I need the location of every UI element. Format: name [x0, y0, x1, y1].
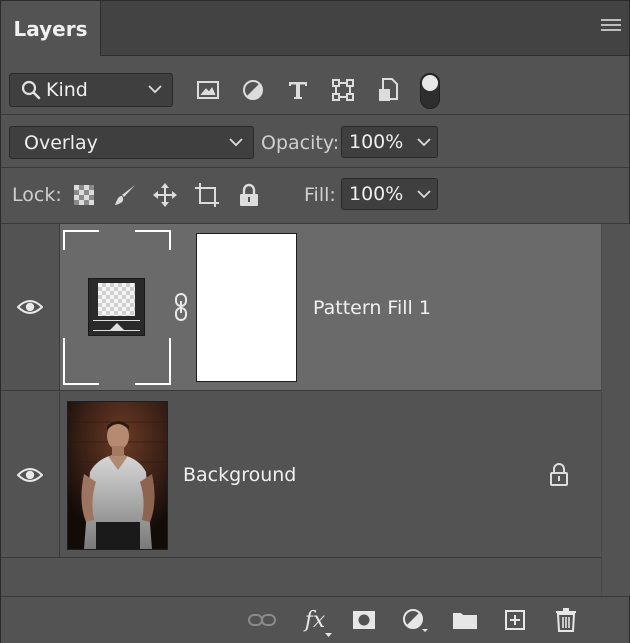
layers-scroll-track[interactable] [601, 224, 630, 596]
eye-icon [17, 300, 43, 314]
opacity-input[interactable]: 100% [341, 126, 411, 158]
blend-mode-dropdown[interactable]: Overlay [9, 126, 254, 159]
fill-label: Fill: [304, 184, 336, 206]
layer-mask-thumbnail[interactable] [196, 233, 297, 382]
shape-filter-icon[interactable] [329, 76, 357, 104]
pattern-fill-icon [88, 278, 145, 336]
opacity-label: Opacity: [261, 132, 340, 154]
chevron-down-icon [416, 189, 431, 198]
type-filter-icon[interactable] [284, 76, 312, 104]
fill-dropdown-button[interactable] [410, 178, 438, 210]
adjustment-filter-icon[interactable] [239, 76, 267, 104]
fill-thumbnail[interactable] [63, 230, 171, 385]
trash-icon[interactable] [551, 605, 581, 635]
new-layer-icon[interactable] [500, 605, 530, 635]
background-thumbnail[interactable] [67, 401, 168, 550]
layer-row[interactable]: Background [1, 392, 601, 558]
panel-tab-bar: Layers [1, 1, 629, 56]
lock-icon[interactable] [549, 462, 569, 486]
lock-label: Lock: [12, 184, 62, 206]
visibility-toggle[interactable] [1, 392, 60, 557]
adjustment-layer-icon[interactable] [400, 605, 430, 635]
layer-name[interactable]: Pattern Fill 1 [313, 297, 431, 319]
smart-object-filter-icon[interactable] [374, 76, 402, 104]
link-layers-icon[interactable] [247, 605, 277, 635]
image-filter-icon[interactable] [194, 76, 222, 104]
fx-icon[interactable]: fx [300, 605, 332, 637]
lock-transparency-icon[interactable] [70, 181, 98, 209]
filter-kind-dropdown[interactable]: Kind [9, 73, 173, 107]
filter-toggle-icon[interactable] [420, 73, 440, 109]
visibility-toggle[interactable] [1, 224, 60, 390]
opacity-value: 100% [349, 131, 404, 153]
filter-kind-label: Kind [46, 79, 88, 101]
eye-icon [17, 467, 43, 482]
fill-input[interactable]: 100% [341, 178, 411, 210]
lock-all-icon[interactable] [235, 181, 263, 209]
lock-position-icon[interactable] [151, 181, 179, 209]
chevron-down-icon [148, 85, 162, 94]
layers-panel: Layers Kind Overlay Opacity: 100% Lock: … [0, 0, 630, 643]
group-folder-icon[interactable] [450, 605, 480, 635]
opacity-dropdown-button[interactable] [410, 126, 438, 158]
chevron-down-icon [416, 137, 431, 146]
portrait-photo [68, 402, 167, 549]
add-mask-icon[interactable] [349, 605, 379, 635]
layer-row[interactable]: Pattern Fill 1 [1, 224, 601, 391]
fill-value: 100% [349, 183, 404, 205]
blend-mode-value: Overlay [24, 131, 98, 154]
search-icon [21, 80, 41, 100]
chain-link-icon[interactable] [173, 292, 189, 322]
lock-artboard-icon[interactable] [193, 181, 221, 209]
panel-menu-icon[interactable] [601, 19, 621, 35]
lock-image-icon[interactable] [111, 181, 139, 209]
tab-layers[interactable]: Layers [1, 1, 101, 56]
layer-name[interactable]: Background [183, 464, 296, 486]
chevron-down-icon [229, 137, 243, 146]
fx-label: fx [304, 607, 326, 633]
layers-bottom-toolbar: fx [1, 596, 629, 643]
